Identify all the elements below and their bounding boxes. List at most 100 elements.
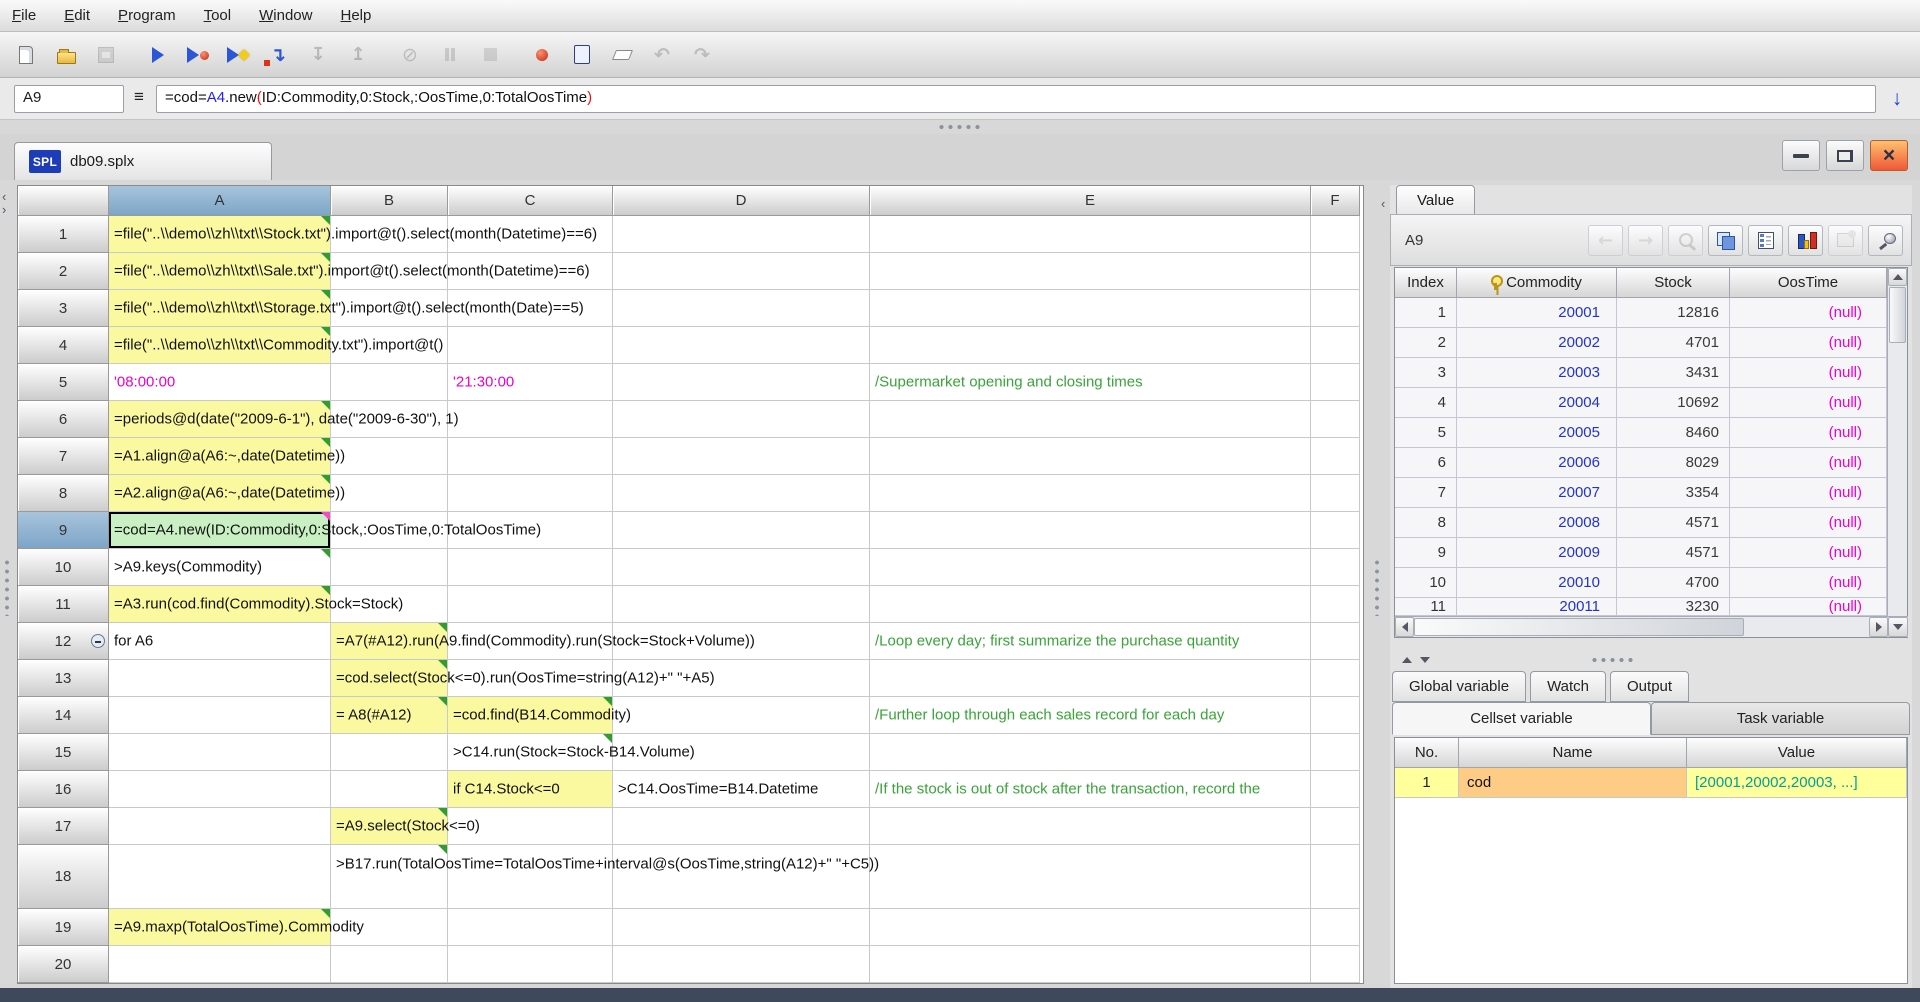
value-column-header-oostime[interactable]: OosTime — [1730, 268, 1887, 298]
cell-A3[interactable]: =file("..\\demo\\zh\\txt\\Storage.txt").… — [109, 290, 331, 327]
step-over-icon[interactable]: ↴ — [262, 39, 294, 71]
row-header-1[interactable]: 1 — [18, 216, 109, 253]
value-column-header-stock[interactable]: Stock — [1617, 268, 1730, 298]
cell-E18[interactable] — [870, 845, 1311, 909]
row-header-13[interactable]: 13 — [18, 660, 109, 697]
cell-E3[interactable] — [870, 290, 1311, 327]
cell-A12[interactable]: for A6 — [109, 623, 331, 660]
scroll-right-button[interactable] — [1869, 617, 1888, 637]
cell-C7[interactable] — [448, 438, 613, 475]
cell-B16[interactable] — [331, 771, 448, 808]
cell-E12[interactable]: /Loop every day; first summarize the pur… — [870, 623, 1311, 660]
cell-D6[interactable] — [613, 401, 870, 438]
cell-C8[interactable] — [448, 475, 613, 512]
chart-button[interactable] — [1788, 225, 1823, 256]
cell-B5[interactable] — [331, 364, 448, 401]
cell-A4[interactable]: =file("..\\demo\\zh\\txt\\Commodity.txt"… — [109, 327, 331, 364]
tab-value[interactable]: Value — [1396, 185, 1475, 214]
cell-E17[interactable] — [870, 808, 1311, 845]
row-header-5[interactable]: 5 — [18, 364, 109, 401]
row-header-14[interactable]: 14 — [18, 697, 109, 734]
cell-D20[interactable] — [613, 946, 870, 983]
menu-help[interactable]: Help — [340, 7, 371, 24]
row-header-9[interactable]: 9 — [18, 512, 109, 549]
cell-A13[interactable] — [109, 660, 331, 697]
formula-expand-button[interactable]: ↓ — [1884, 86, 1910, 112]
cell-A18[interactable] — [109, 845, 331, 909]
open-icon[interactable] — [50, 39, 82, 71]
column-header-E[interactable]: E — [870, 186, 1311, 216]
cell-A11[interactable]: =A3.run(cod.find(Commodity).Stock=Stock) — [109, 586, 331, 623]
cell-C5[interactable]: '21:30:00 — [448, 364, 613, 401]
cell-F19[interactable] — [1311, 909, 1360, 946]
new-file-icon[interactable] — [10, 39, 42, 71]
cell-E15[interactable] — [870, 734, 1311, 771]
variable-column-header-name[interactable]: Name — [1459, 738, 1687, 768]
cell-F4[interactable] — [1311, 327, 1360, 364]
cell-E11[interactable] — [870, 586, 1311, 623]
cell-C16[interactable]: if C14.Stock<=0 — [448, 771, 613, 808]
cell-D17[interactable] — [613, 808, 870, 845]
formula-input[interactable]: =cod=A4.new(ID:Commodity,0:Stock,:OosTim… — [156, 85, 1876, 113]
scroll-left-button[interactable] — [1395, 617, 1414, 637]
column-header-C[interactable]: C — [448, 186, 613, 216]
pin-button[interactable] — [1868, 225, 1903, 256]
cell-B14[interactable]: = A8(#A12) — [331, 697, 448, 734]
cell-D5[interactable] — [613, 364, 870, 401]
column-header-D[interactable]: D — [613, 186, 870, 216]
cell-C15[interactable]: >C14.run(Stock=Stock-B14.Volume) — [448, 734, 613, 771]
cell-B18[interactable]: >B17.run(TotalOosTime=TotalOosTime+inter… — [331, 845, 448, 909]
cell-A15[interactable] — [109, 734, 331, 771]
menu-tool[interactable]: Tool — [204, 7, 232, 24]
row-header-20[interactable]: 20 — [18, 946, 109, 983]
copy-button[interactable] — [1708, 225, 1743, 256]
cell-F16[interactable] — [1311, 771, 1360, 808]
editor-tab-db09[interactable]: SPL db09.splx — [14, 142, 272, 180]
cell-E2[interactable] — [870, 253, 1311, 290]
breakpoint-icon[interactable] — [526, 39, 558, 71]
run-icon[interactable] — [142, 39, 174, 71]
variable-column-header-value[interactable]: Value — [1687, 738, 1907, 768]
cell-D19[interactable] — [613, 909, 870, 946]
row-header-17[interactable]: 17 — [18, 808, 109, 845]
row-header-7[interactable]: 7 — [18, 438, 109, 475]
row-header-15[interactable]: 15 — [18, 734, 109, 771]
minimize-button[interactable] — [1782, 140, 1820, 171]
cell-D8[interactable] — [613, 475, 870, 512]
tab-watch[interactable]: Watch — [1530, 671, 1606, 702]
tab-cellset-variable[interactable]: Cellset variable — [1392, 702, 1651, 735]
cell-C4[interactable] — [448, 327, 613, 364]
cell-F17[interactable] — [1311, 808, 1360, 845]
cell-A20[interactable] — [109, 946, 331, 983]
cell-E14[interactable]: /Further loop through each sales record … — [870, 697, 1311, 734]
cell-F12[interactable] — [1311, 623, 1360, 660]
cell-F6[interactable] — [1311, 401, 1360, 438]
cell-E5[interactable]: /Supermarket opening and closing times — [870, 364, 1311, 401]
cell-F9[interactable] — [1311, 512, 1360, 549]
close-button[interactable]: × — [1870, 140, 1908, 171]
cell-C19[interactable] — [448, 909, 613, 946]
cell-E20[interactable] — [870, 946, 1311, 983]
cell-E6[interactable] — [870, 401, 1311, 438]
cell-C11[interactable] — [448, 586, 613, 623]
cell-A16[interactable] — [109, 771, 331, 808]
cell-A6[interactable]: =periods@d(date("2009-6-1"), date("2009-… — [109, 401, 331, 438]
tab-task-variable[interactable]: Task variable — [1651, 702, 1910, 735]
grid-corner-cell[interactable] — [18, 186, 109, 216]
cell-reference-input[interactable]: A9 — [14, 85, 124, 113]
cell-A14[interactable] — [109, 697, 331, 734]
cell-F7[interactable] — [1311, 438, 1360, 475]
form-view-button[interactable] — [1748, 225, 1783, 256]
row-header-12[interactable]: 12 — [18, 623, 109, 660]
cell-E1[interactable] — [870, 216, 1311, 253]
collapse-chevrons-icon[interactable]: ‹› — [2, 190, 6, 216]
value-column-header-commodity[interactable]: Commodity — [1457, 268, 1617, 298]
column-header-B[interactable]: B — [331, 186, 448, 216]
run-current-icon[interactable] — [222, 39, 254, 71]
cell-B8[interactable] — [331, 475, 448, 512]
cell-F5[interactable] — [1311, 364, 1360, 401]
row-header-6[interactable]: 6 — [18, 401, 109, 438]
cell-F1[interactable] — [1311, 216, 1360, 253]
tab-output[interactable]: Output — [1610, 671, 1689, 702]
cell-F11[interactable] — [1311, 586, 1360, 623]
